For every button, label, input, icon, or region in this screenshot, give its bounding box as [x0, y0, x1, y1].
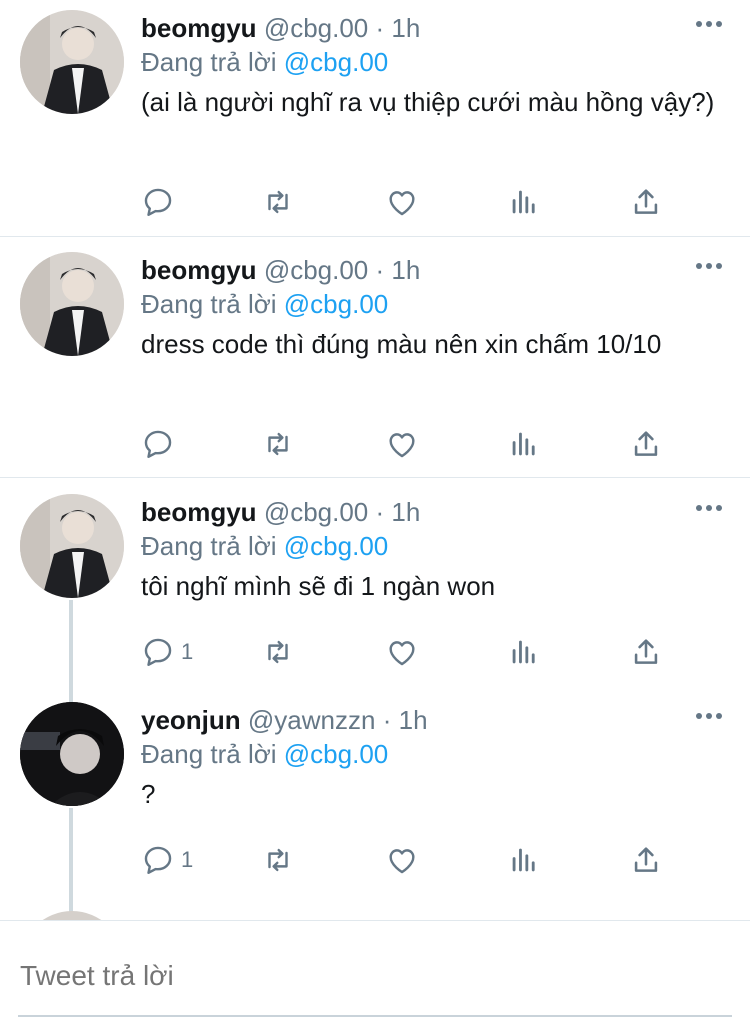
analytics-icon [512, 190, 535, 214]
reply-input[interactable] [18, 951, 736, 1001]
action-bar [141, 182, 681, 222]
tweet[interactable]: beomgyu @cbg.00 · 1h Đang trả lời @cbg.0… [0, 0, 750, 236]
retweet-button[interactable] [261, 632, 295, 672]
replying-to: Đang trả lời @cbg.00 [141, 738, 388, 770]
replying-to: Đang trả lời @cbg.00 [141, 288, 388, 320]
more-icon[interactable] [693, 496, 725, 520]
action-bar [141, 424, 681, 464]
tweet-text: ? [141, 779, 156, 809]
reply-count: 1 [181, 639, 194, 664]
replying-to: Đang trả lời @cbg.00 [141, 46, 388, 78]
reply-button[interactable] [141, 424, 181, 464]
replying-to-label: Đang trả lời [141, 47, 284, 77]
mention-link[interactable]: @cbg.00 [284, 739, 388, 769]
action-bar: 1 [141, 840, 681, 880]
share-icon [634, 431, 658, 456]
display-name[interactable]: beomgyu [141, 255, 257, 285]
analytics-icon [512, 640, 535, 664]
display-name[interactable]: yeonjun [141, 705, 241, 735]
avatar[interactable] [20, 10, 124, 114]
share-button[interactable] [629, 182, 663, 222]
tweet-header: beomgyu @cbg.00 · 1h [141, 496, 420, 528]
tweet[interactable]: beomgyu @cbg.00 · 1h Đang trả lời @cbg.0… [0, 242, 750, 477]
retweet-button[interactable] [261, 840, 295, 880]
username[interactable]: @yawnzzn [248, 705, 376, 735]
heart-icon [389, 849, 415, 874]
reply-button[interactable] [141, 182, 181, 222]
reply-icon [144, 188, 172, 216]
analytics-button[interactable] [507, 424, 541, 464]
heart-icon [389, 433, 415, 458]
username[interactable]: @cbg.00 [264, 13, 368, 43]
share-icon [634, 189, 658, 214]
retweet-icon [268, 190, 288, 214]
analytics-button[interactable] [507, 632, 541, 672]
avatar[interactable] [20, 702, 124, 806]
tweet[interactable]: yeonjun @yawnzzn · 1h Đang trả lời @cbg.… [0, 692, 750, 900]
share-button[interactable] [629, 632, 663, 672]
tweet-divider [0, 477, 750, 478]
like-button[interactable] [385, 840, 419, 880]
analytics-icon [512, 848, 535, 872]
heart-icon [389, 191, 415, 216]
reply-icon [144, 846, 172, 874]
share-icon [634, 639, 658, 664]
composer-underline [18, 1015, 732, 1017]
analytics-icon [512, 432, 535, 456]
reply-composer [0, 920, 750, 1026]
retweet-icon [268, 848, 288, 872]
retweet-icon [268, 432, 288, 456]
reply-count: 1 [181, 847, 194, 872]
tweet-header: beomgyu @cbg.00 · 1h [141, 254, 420, 286]
timestamp[interactable]: 1h [391, 497, 420, 527]
separator-dot: · [375, 497, 385, 527]
retweet-button[interactable] [261, 424, 295, 464]
replying-to: Đang trả lời @cbg.00 [141, 530, 388, 562]
username[interactable]: @cbg.00 [264, 497, 368, 527]
avatar[interactable] [20, 494, 124, 598]
more-icon[interactable] [693, 12, 725, 36]
tweet-text: (ai là người nghĩ ra vụ thiệp cưới màu h… [141, 87, 715, 117]
tweet-text: tôi nghĩ mình sẽ đi 1 ngàn won [141, 571, 496, 601]
analytics-button[interactable] [507, 840, 541, 880]
tweet-header: yeonjun @yawnzzn · 1h [141, 704, 428, 736]
like-button[interactable] [385, 632, 419, 672]
mention-link[interactable]: @cbg.00 [284, 531, 388, 561]
share-button[interactable] [629, 840, 663, 880]
retweet-button[interactable] [261, 182, 295, 222]
more-icon[interactable] [693, 254, 725, 278]
tweet-divider [0, 236, 750, 237]
separator-dot: · [375, 255, 385, 285]
heart-icon [389, 641, 415, 666]
analytics-button[interactable] [507, 182, 541, 222]
display-name[interactable]: beomgyu [141, 13, 257, 43]
replying-to-label: Đang trả lời [141, 531, 284, 561]
timestamp[interactable]: 1h [391, 13, 420, 43]
share-icon [634, 847, 658, 872]
separator-dot: · [382, 705, 392, 735]
action-bar: 1 [141, 632, 681, 672]
separator-dot: · [375, 13, 385, 43]
tweet-text: dress code thì đúng màu nên xin chấm 10/… [141, 329, 662, 359]
tweet-header: beomgyu @cbg.00 · 1h [141, 12, 420, 44]
more-icon[interactable] [693, 704, 725, 728]
replying-to-label: Đang trả lời [141, 289, 284, 319]
reply-button[interactable]: 1 [141, 632, 193, 672]
reply-icon [144, 638, 172, 666]
reply-button[interactable]: 1 [141, 840, 193, 880]
retweet-icon [268, 640, 288, 664]
avatar[interactable] [20, 252, 124, 356]
display-name[interactable]: beomgyu [141, 497, 257, 527]
tweet[interactable]: beomgyu @cbg.00 · 1h Đang trả lời @cbg.0… [0, 484, 750, 692]
like-button[interactable] [385, 182, 419, 222]
mention-link[interactable]: @cbg.00 [284, 289, 388, 319]
timestamp[interactable]: 1h [399, 705, 428, 735]
mention-link[interactable]: @cbg.00 [284, 47, 388, 77]
username[interactable]: @cbg.00 [264, 255, 368, 285]
like-button[interactable] [385, 424, 419, 464]
replying-to-label: Đang trả lời [141, 739, 284, 769]
reply-icon [144, 430, 172, 458]
timestamp[interactable]: 1h [391, 255, 420, 285]
share-button[interactable] [629, 424, 663, 464]
